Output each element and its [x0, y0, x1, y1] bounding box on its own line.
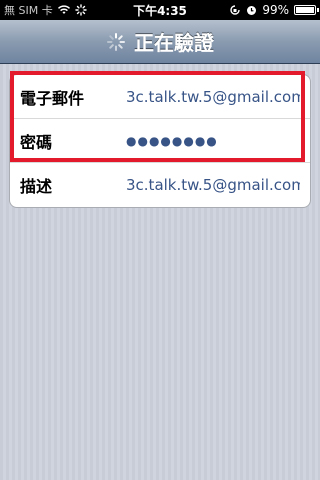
- password-label: 密碼: [20, 132, 53, 152]
- email-field[interactable]: 3c.talk.tw.5@gmail.com: [126, 88, 300, 106]
- network-activity-icon: [75, 4, 87, 16]
- navigation-bar: 正在驗證: [0, 20, 320, 64]
- wifi-icon: [57, 5, 70, 14]
- activity-spinner-icon: [107, 32, 125, 51]
- battery-fill: [296, 7, 314, 13]
- nav-title-group: 正在驗證: [106, 27, 214, 56]
- status-bar: 無 SIM 卡 下午4:35 99%: [0, 0, 320, 20]
- description-row[interactable]: 描述 3c.talk.tw.5@gmail.com: [10, 163, 310, 207]
- email-label: 電子郵件: [20, 88, 85, 108]
- password-row[interactable]: 密碼 ●●●●●●●●: [10, 119, 310, 163]
- page-title: 正在驗證: [134, 31, 214, 55]
- password-field[interactable]: ●●●●●●●●: [126, 134, 218, 148]
- description-label: 描述: [20, 177, 53, 196]
- alarm-clock-icon: [247, 5, 257, 15]
- account-settings-table: 電子郵件 3c.talk.tw.5@gmail.com 密碼 ●●●●●●●● …: [9, 74, 311, 208]
- rotation-lock-icon: [230, 5, 241, 15]
- email-row[interactable]: 電子郵件 3c.talk.tw.5@gmail.com: [10, 75, 310, 119]
- battery-percent: 99%: [262, 3, 289, 17]
- status-right: 99%: [229, 3, 319, 17]
- status-left: 無 SIM 卡: [4, 2, 87, 18]
- carrier-label: 無 SIM 卡: [4, 4, 53, 17]
- battery-icon: [294, 5, 319, 15]
- description-field[interactable]: 3c.talk.tw.5@gmail.com: [126, 176, 300, 194]
